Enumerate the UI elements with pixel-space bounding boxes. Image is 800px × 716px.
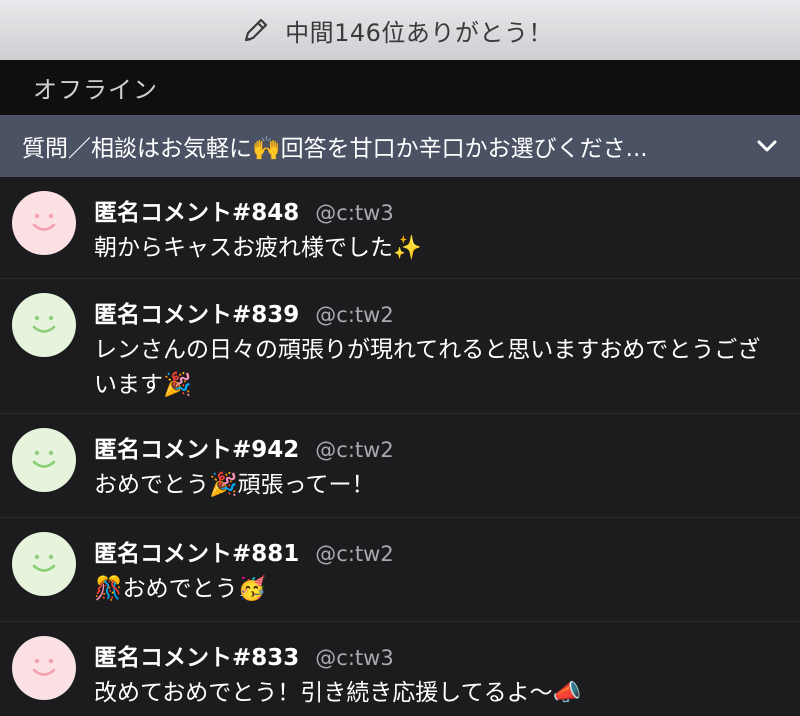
offline-bar: オフライン: [0, 60, 800, 115]
comment-item[interactable]: 匿名コメント#942 @c:tw2 おめでとう🎉頑張ってー！: [0, 414, 800, 518]
comment-list: 匿名コメント#848 @c:tw3 朝からキャスお疲れ様でした✨ 匿名コメント#…: [0, 177, 800, 716]
comment-author: 匿名コメント#881: [94, 541, 300, 567]
comment-handle: @c:tw2: [315, 303, 394, 327]
avatar[interactable]: [12, 532, 76, 596]
smiley-icon: [32, 315, 56, 333]
comment-item[interactable]: 匿名コメント#881 @c:tw2 🎊おめでとう🥳: [0, 518, 800, 622]
smiley-icon: [32, 658, 56, 676]
pinned-notice[interactable]: 質問／相談はお気軽に🙌回答を甘口か辛口かお選びくださ...: [0, 115, 800, 177]
comment-handle: @c:tw2: [315, 438, 394, 462]
smiley-icon: [32, 450, 56, 468]
comment-text: おめでとう🎉頑張ってー！: [94, 472, 375, 498]
pencil-icon[interactable]: [241, 15, 271, 45]
avatar[interactable]: [12, 293, 76, 357]
notice-text: 質問／相談はお気軽に🙌回答を甘口か辛口かお選びくださ...: [22, 136, 648, 162]
comment-author: 匿名コメント#839: [94, 302, 300, 328]
comment-author: 匿名コメント#942: [94, 437, 300, 463]
comment-handle: @c:tw3: [315, 201, 394, 225]
comment-author: 匿名コメント#848: [94, 200, 300, 226]
comment-item[interactable]: 匿名コメント#839 @c:tw2 レンさんの日々の頑張りが現れてれると思います…: [0, 279, 800, 414]
avatar[interactable]: [12, 636, 76, 700]
comment-item[interactable]: 匿名コメント#833 @c:tw3 改めておめでとう！引き続き応援してるよ〜📣: [0, 622, 800, 716]
comment-item[interactable]: 匿名コメント#848 @c:tw3 朝からキャスお疲れ様でした✨: [0, 177, 800, 279]
chevron-down-icon[interactable]: [752, 131, 782, 161]
status-message: 中間146位ありがとう！: [285, 18, 553, 47]
comment-text: 改めておめでとう！引き続き応援してるよ〜📣: [94, 680, 582, 706]
smiley-icon: [32, 213, 56, 231]
comment-handle: @c:tw3: [315, 646, 394, 670]
avatar[interactable]: [12, 191, 76, 255]
comment-text: レンさんの日々の頑張りが現れてれると思いますおめでとうございます🎉: [94, 337, 761, 398]
offline-label: オフライン: [33, 76, 158, 104]
avatar[interactable]: [12, 428, 76, 492]
comment-handle: @c:tw2: [315, 542, 394, 566]
smiley-icon: [32, 554, 56, 572]
comment-text: 朝からキャスお疲れ様でした✨: [94, 235, 422, 261]
comment-text: 🎊おめでとう🥳: [94, 576, 267, 602]
status-banner: 中間146位ありがとう！: [0, 0, 800, 60]
comment-author: 匿名コメント#833: [94, 645, 300, 671]
